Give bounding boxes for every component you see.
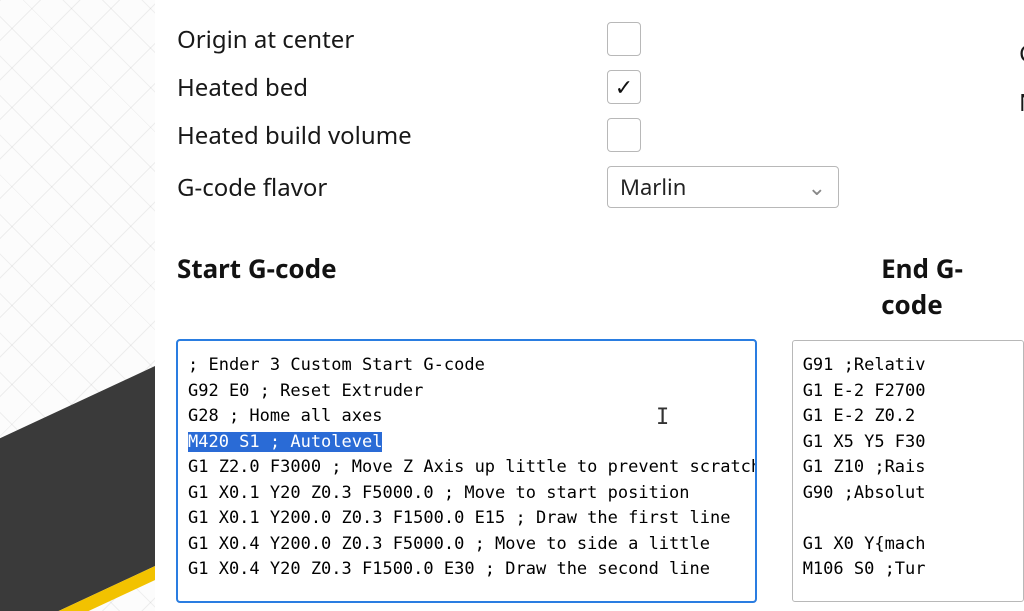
heated-volume-label: Heated build volume [177,119,607,152]
num-extruders-label: Number of Extru [1019,86,1024,119]
check-icon: ✓ [615,72,633,102]
gantry-height-label: Gantry Height [1019,37,1024,70]
heated-volume-row: Heated build volume [177,118,1024,152]
heated-bed-row: Heated bed ✓ Number of Extru [177,70,1024,104]
heated-bed-checkbox[interactable]: ✓ [607,70,641,104]
gcode-flavor-select[interactable]: Marlin ⌄ [607,166,839,208]
gcode-flavor-label: G-code flavor [177,171,607,204]
heated-volume-checkbox[interactable] [607,118,641,152]
viewport-3d-background [0,0,170,611]
origin-at-center-row: Origin at center Gantry Height [177,22,1024,56]
start-gcode-textarea[interactable]: ; Ender 3 Custom Start G-code G92 E0 ; R… [177,340,756,602]
origin-at-center-checkbox[interactable] [607,22,641,56]
machine-settings-panel: Origin at center Gantry Height Heated be… [155,0,1024,611]
end-gcode-textarea[interactable]: G91 ;Relativ G1 E-2 F2700 G1 E-2 Z0.2 G1… [792,340,1024,602]
gcode-flavor-row: G-code flavor Marlin ⌄ [177,166,1024,208]
end-gcode-heading: End G-code [881,250,1024,322]
print-bed-decor [0,359,170,611]
heated-bed-label: Heated bed [177,71,607,104]
gcode-flavor-value: Marlin [620,172,686,202]
text-cursor-icon: 𝙸 [656,405,669,431]
origin-at-center-label: Origin at center [177,23,607,56]
start-gcode-heading: Start G-code [177,250,701,322]
chevron-down-icon: ⌄ [808,172,826,202]
